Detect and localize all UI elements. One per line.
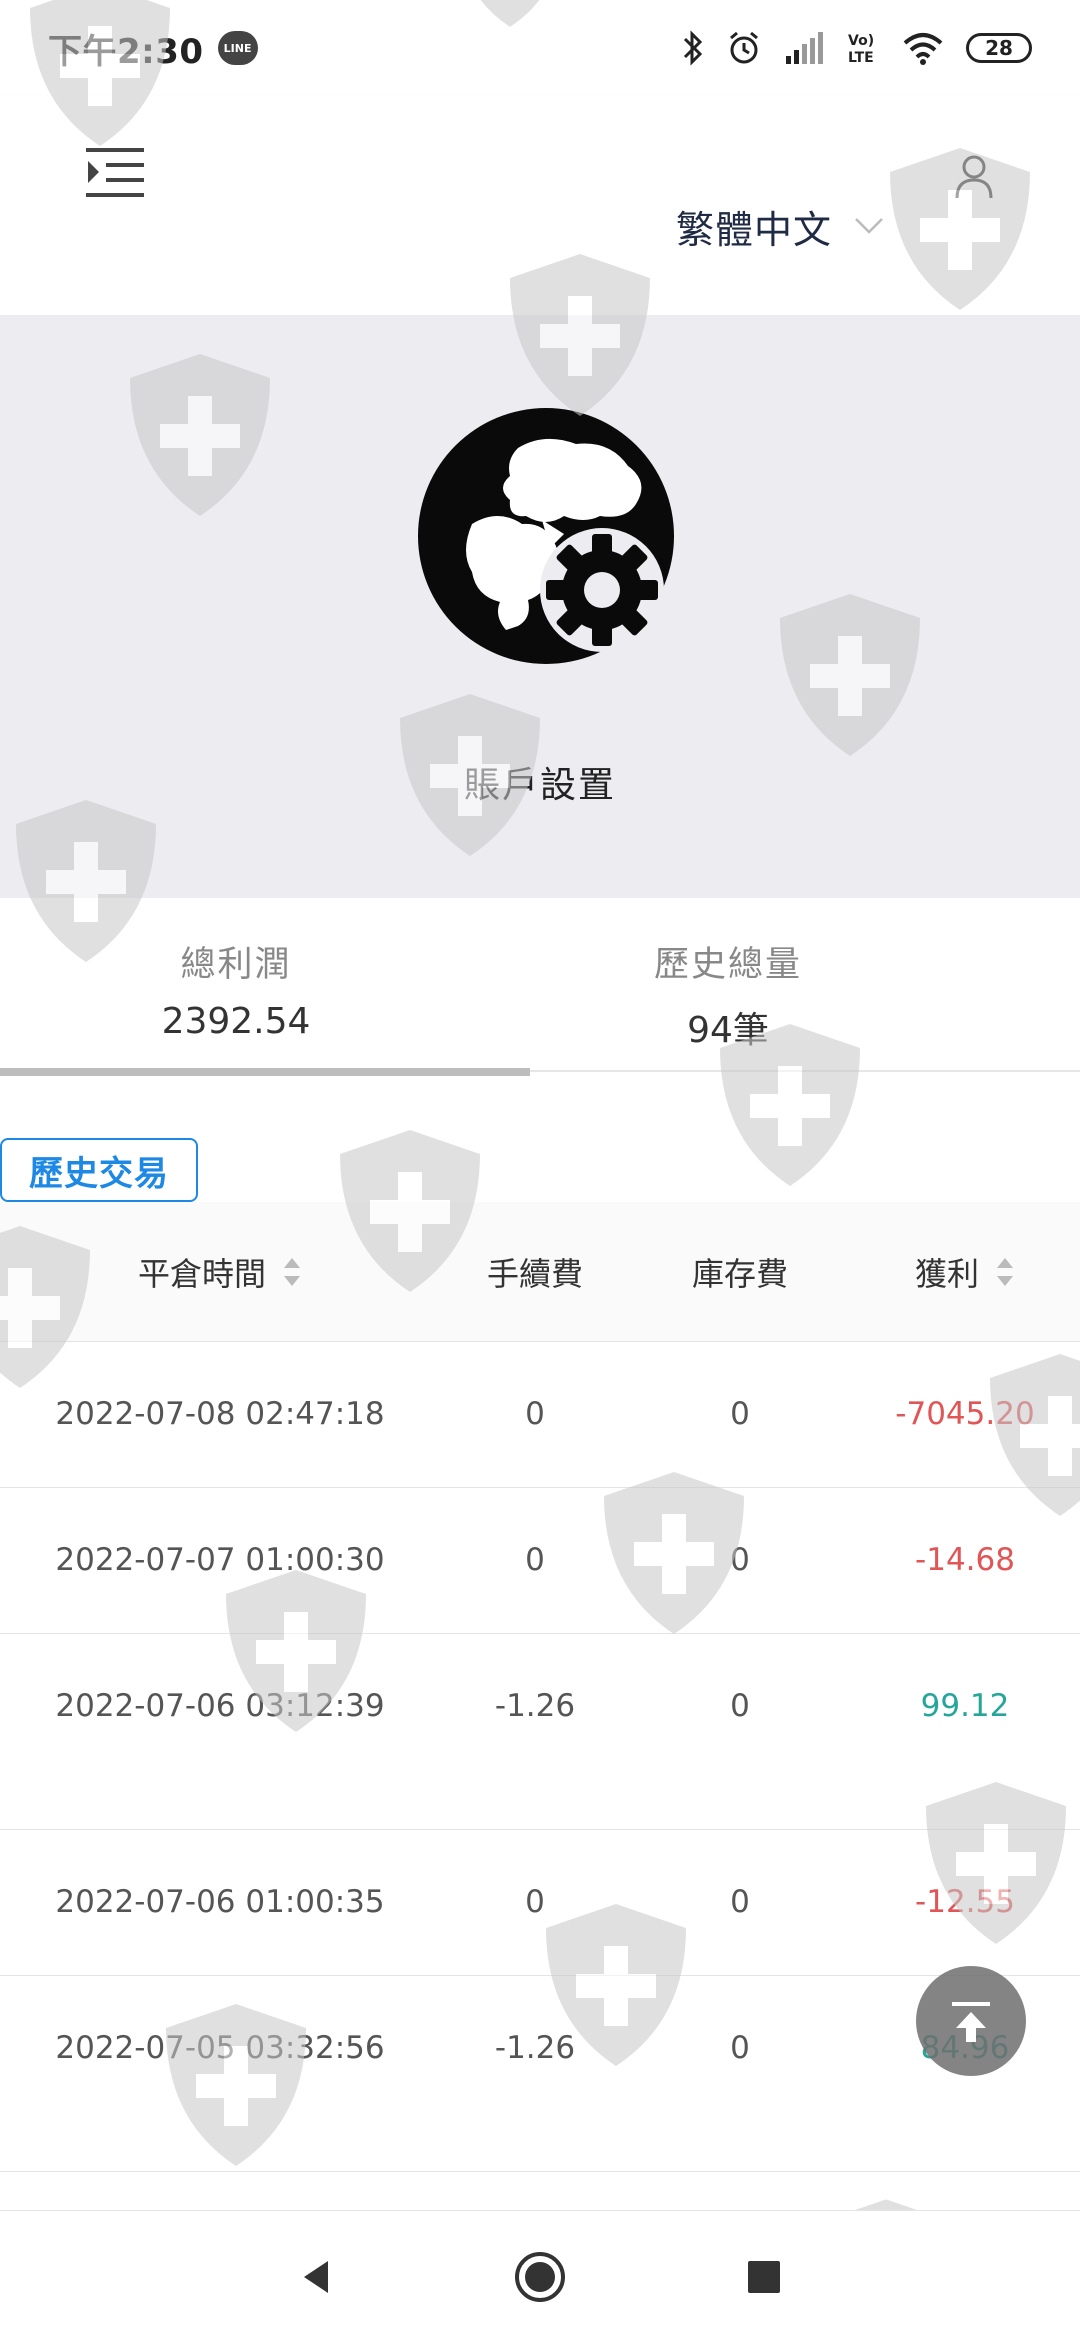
cell-fee: 0 xyxy=(525,1542,545,1578)
back-triangle-icon xyxy=(304,2261,328,2293)
cell-profit: 99.12 xyxy=(920,1688,1010,1724)
cell-storage: 0 xyxy=(730,2030,750,2066)
cell-fee: 0 xyxy=(525,1884,545,1920)
history-total-label: 歷史總量 xyxy=(653,945,802,985)
status-time: 下午2:30 xyxy=(48,31,204,72)
cell-storage: 0 xyxy=(730,1396,750,1432)
column-fee: 手續費 xyxy=(440,1202,630,1342)
column-profit[interactable]: 獲利 xyxy=(850,1202,1080,1342)
bluetooth-icon xyxy=(683,30,703,66)
cell-storage: 0 xyxy=(730,1884,750,1920)
cell-fee: -1.26 xyxy=(494,1688,576,1724)
language-label: 繁體中文 xyxy=(676,207,833,252)
table-row[interactable]: 2022-07-08 02:47:18 0 0 -7045.20 xyxy=(0,1342,1080,1488)
recents-square-icon xyxy=(748,2261,780,2293)
column-profit-label: 獲利 xyxy=(914,1255,979,1293)
indent-menu-button[interactable] xyxy=(86,146,146,200)
column-close-time-label: 平倉時間 xyxy=(137,1255,266,1293)
signal-icon xyxy=(786,32,823,64)
cell-profit: -7045.20 xyxy=(895,1396,1035,1432)
user-icon xyxy=(955,155,993,199)
cell-fee: -1.26 xyxy=(494,2030,576,2066)
total-profit-label: 總利潤 xyxy=(180,945,292,985)
column-storage: 庫存費 xyxy=(630,1202,850,1342)
tab-history-total[interactable]: 歷史總量 94筆 xyxy=(548,936,908,1053)
line-app-icon: LINE xyxy=(217,31,258,65)
alarm-icon xyxy=(730,31,758,64)
table-header: 平倉時間 手續費 庫存費 獲利 xyxy=(0,1202,1080,1342)
column-close-time[interactable]: 平倉時間 xyxy=(0,1202,440,1342)
arrow-up-to-line-icon xyxy=(952,2002,990,2042)
chevron-down-icon xyxy=(855,218,883,234)
sort-icon xyxy=(284,1258,300,1286)
indent-menu-icon xyxy=(86,148,144,197)
cell-profit: -14.68 xyxy=(915,1542,1015,1578)
cell-close-time: 2022-07-05 03:32:56 xyxy=(55,2030,385,2066)
cell-storage: 0 xyxy=(730,1688,750,1724)
cell-fee: 0 xyxy=(525,1396,545,1432)
wifi-icon xyxy=(903,33,943,65)
tab-active-indicator xyxy=(0,1068,530,1076)
system-nav-bar xyxy=(0,2210,1080,2340)
cell-storage: 0 xyxy=(730,1542,750,1578)
battery-icon: 28 xyxy=(966,33,1032,63)
account-settings-title: 賬戶設置 xyxy=(463,765,616,806)
column-fee-label: 手續費 xyxy=(486,1255,583,1293)
history-trades-tag[interactable]: 歷史交易 xyxy=(0,1138,198,1202)
home-button[interactable] xyxy=(510,2247,570,2307)
recents-button[interactable] xyxy=(734,2247,794,2307)
cell-close-time: 2022-07-07 01:00:30 xyxy=(55,1542,385,1578)
stats-tabs: 總利潤 2392.54 歷史總量 94筆 xyxy=(0,898,1080,1082)
scroll-to-top-button[interactable] xyxy=(916,1966,1026,2076)
account-settings-hero[interactable]: 賬戶設置 xyxy=(0,316,1080,898)
column-storage-label: 庫存費 xyxy=(691,1255,788,1293)
cell-close-time: 2022-07-08 02:47:18 xyxy=(55,1396,385,1432)
sort-icon xyxy=(997,1258,1013,1286)
table-row[interactable]: 2022-07-07 01:00:30 0 0 -14.68 xyxy=(0,1488,1080,1634)
cell-close-time: 2022-07-06 03:12:39 xyxy=(55,1688,385,1724)
back-button[interactable] xyxy=(286,2247,346,2307)
language-select[interactable]: 繁體中文 xyxy=(676,196,884,256)
user-button[interactable] xyxy=(952,152,996,202)
cell-profit: -12.55 xyxy=(915,1884,1015,1920)
home-circle-icon xyxy=(515,2252,565,2302)
status-bar: 下午2:30 LINE Vo) LTE 28 xyxy=(0,0,1080,96)
history-total-value: 94筆 xyxy=(687,1010,769,1051)
top-header: 繁體中文 xyxy=(0,96,1080,316)
tab-total-profit[interactable]: 總利潤 2392.54 xyxy=(56,936,416,1042)
account-settings-logo-icon xyxy=(418,408,674,664)
svg-text:Vo): Vo) xyxy=(848,33,874,49)
volte-icon: Vo)LTE xyxy=(848,33,874,66)
table-row[interactable]: 2022-07-06 01:00:35 0 0 -12.55 xyxy=(0,1830,1080,1976)
status-icons: Vo) LTE 28 xyxy=(682,30,1032,66)
total-profit-value: 2392.54 xyxy=(161,1001,311,1042)
svg-text:LTE: LTE xyxy=(848,50,874,66)
app-screen: 下午2:30 LINE Vo) LTE 28 繁體中文 賬戶設置 總利潤 239… xyxy=(0,0,1080,2340)
table-row[interactable]: 2022-07-06 03:12:39 -1.26 0 99.12 xyxy=(0,1634,1080,1830)
cell-close-time: 2022-07-06 01:00:35 xyxy=(55,1884,385,1920)
